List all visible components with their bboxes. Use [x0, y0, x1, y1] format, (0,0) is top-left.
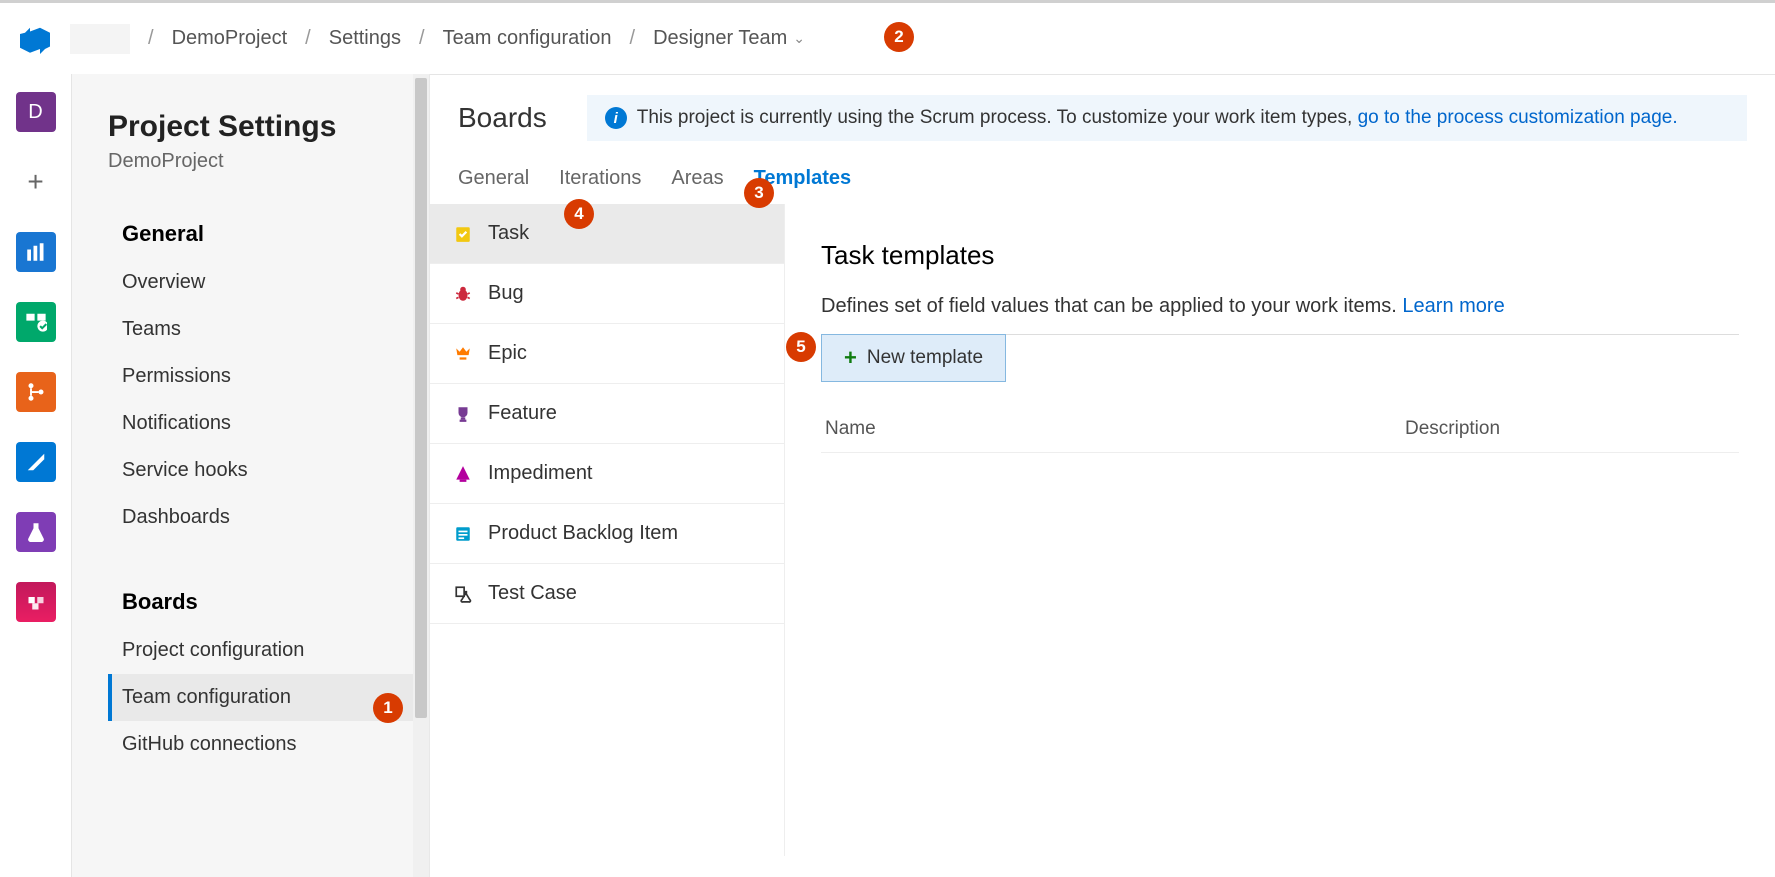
sidebar-item-overview[interactable]: Overview [108, 259, 429, 306]
sidebar-item-notifications[interactable]: Notifications [108, 400, 429, 447]
task-icon [452, 225, 474, 243]
breadcrumb-team-dropdown[interactable]: Designer Team ⌄ [653, 27, 805, 50]
sidebar-item-teams[interactable]: Teams [108, 306, 429, 353]
breadcrumb-sep: / [419, 27, 425, 50]
wit-item-task[interactable]: Task [430, 204, 784, 264]
pipelines-icon[interactable] [16, 442, 56, 482]
templates-desc-text: Defines set of field values that can be … [821, 295, 1402, 317]
banner-link[interactable]: go to the process customization page. [1358, 107, 1678, 128]
wit-label: Task [488, 222, 529, 245]
sidebar-item-dashboards[interactable]: Dashboards [108, 494, 429, 541]
sidebar-group-boards: Boards [108, 589, 429, 615]
info-banner: i This project is currently using the Sc… [587, 95, 1747, 141]
callout-2: 2 [884, 22, 914, 52]
wit-label: Impediment [488, 462, 593, 485]
sidebar-scrollbar[interactable]: ▲ [413, 74, 429, 877]
new-template-label: New template [867, 347, 983, 369]
col-header-name: Name [825, 418, 1405, 440]
tab-areas[interactable]: Areas [671, 167, 723, 198]
wit-item-epic[interactable]: Epic [430, 324, 784, 384]
wit-label: Product Backlog Item [488, 522, 678, 545]
templates-title: Task templates [821, 240, 1739, 271]
col-header-description: Description [1405, 418, 1739, 440]
templates-table-header: Name Description [821, 418, 1739, 453]
sidebar-item-github-connections[interactable]: GitHub connections [108, 721, 429, 768]
info-icon: i [605, 107, 627, 129]
sidebar-subtitle: DemoProject [108, 150, 429, 173]
wit-label: Test Case [488, 582, 577, 605]
work-item-type-list: Task Bug Epic Feature [430, 204, 784, 856]
test-plans-icon[interactable] [16, 512, 56, 552]
callout-5: 5 [786, 332, 816, 362]
learn-more-link[interactable]: Learn more [1402, 295, 1504, 317]
repos-icon[interactable] [16, 372, 56, 412]
main-heading: Boards [458, 102, 547, 134]
callout-3: 3 [744, 178, 774, 208]
wit-item-test-case[interactable]: Test Case [430, 564, 784, 624]
boards-icon[interactable] [16, 232, 56, 272]
banner-text: This project is currently using the Scru… [637, 107, 1358, 128]
add-icon[interactable]: + [16, 162, 56, 202]
tab-general[interactable]: General [458, 167, 529, 198]
sidebar-scroll-thumb[interactable] [415, 78, 427, 718]
config-tabs: General Iterations Areas Templates [430, 141, 1775, 198]
wit-label: Epic [488, 342, 527, 365]
wit-label: Bug [488, 282, 524, 305]
sprints-icon[interactable] [16, 302, 56, 342]
breadcrumb-sep: / [148, 27, 154, 50]
pbi-icon [452, 525, 474, 543]
project-settings-sidebar: Project Settings DemoProject General Ove… [72, 74, 430, 877]
azure-devops-logo-icon[interactable] [18, 22, 52, 56]
new-template-button[interactable]: + New template [821, 334, 1006, 382]
impediment-icon [452, 465, 474, 483]
test-case-icon [452, 585, 474, 603]
org-placeholder[interactable] [70, 24, 130, 54]
breadcrumb-sep: / [630, 27, 636, 50]
sidebar-item-permissions[interactable]: Permissions [108, 353, 429, 400]
bug-icon [452, 285, 474, 303]
sidebar-group-general: General [108, 221, 429, 247]
artifacts-icon[interactable] [16, 582, 56, 622]
chevron-down-icon: ⌄ [793, 30, 805, 47]
wit-item-feature[interactable]: Feature [430, 384, 784, 444]
sidebar-title: Project Settings [108, 110, 429, 144]
breadcrumb-settings[interactable]: Settings [329, 27, 401, 50]
epic-icon [452, 345, 474, 363]
wit-item-impediment[interactable]: Impediment [430, 444, 784, 504]
sidebar-item-service-hooks[interactable]: Service hooks [108, 447, 429, 494]
main-content: Boards i This project is currently using… [430, 74, 1775, 877]
callout-4: 4 [564, 199, 594, 229]
left-nav-rail: D + [0, 74, 72, 877]
project-avatar-icon[interactable]: D [16, 92, 56, 132]
breadcrumb-team-label: Designer Team [653, 27, 787, 50]
plus-icon: + [844, 351, 857, 365]
wit-label: Feature [488, 402, 557, 425]
wit-item-bug[interactable]: Bug [430, 264, 784, 324]
templates-panel: Task templates Defines set of field valu… [784, 204, 1775, 856]
breadcrumb-teamconfig[interactable]: Team configuration [443, 27, 612, 50]
breadcrumb-project[interactable]: DemoProject [172, 27, 288, 50]
sidebar-item-project-configuration[interactable]: Project configuration [108, 627, 429, 674]
tab-iterations[interactable]: Iterations [559, 167, 641, 198]
wit-item-pbi[interactable]: Product Backlog Item [430, 504, 784, 564]
breadcrumb-sep: / [305, 27, 311, 50]
feature-icon [452, 405, 474, 423]
callout-1: 1 [373, 693, 403, 723]
